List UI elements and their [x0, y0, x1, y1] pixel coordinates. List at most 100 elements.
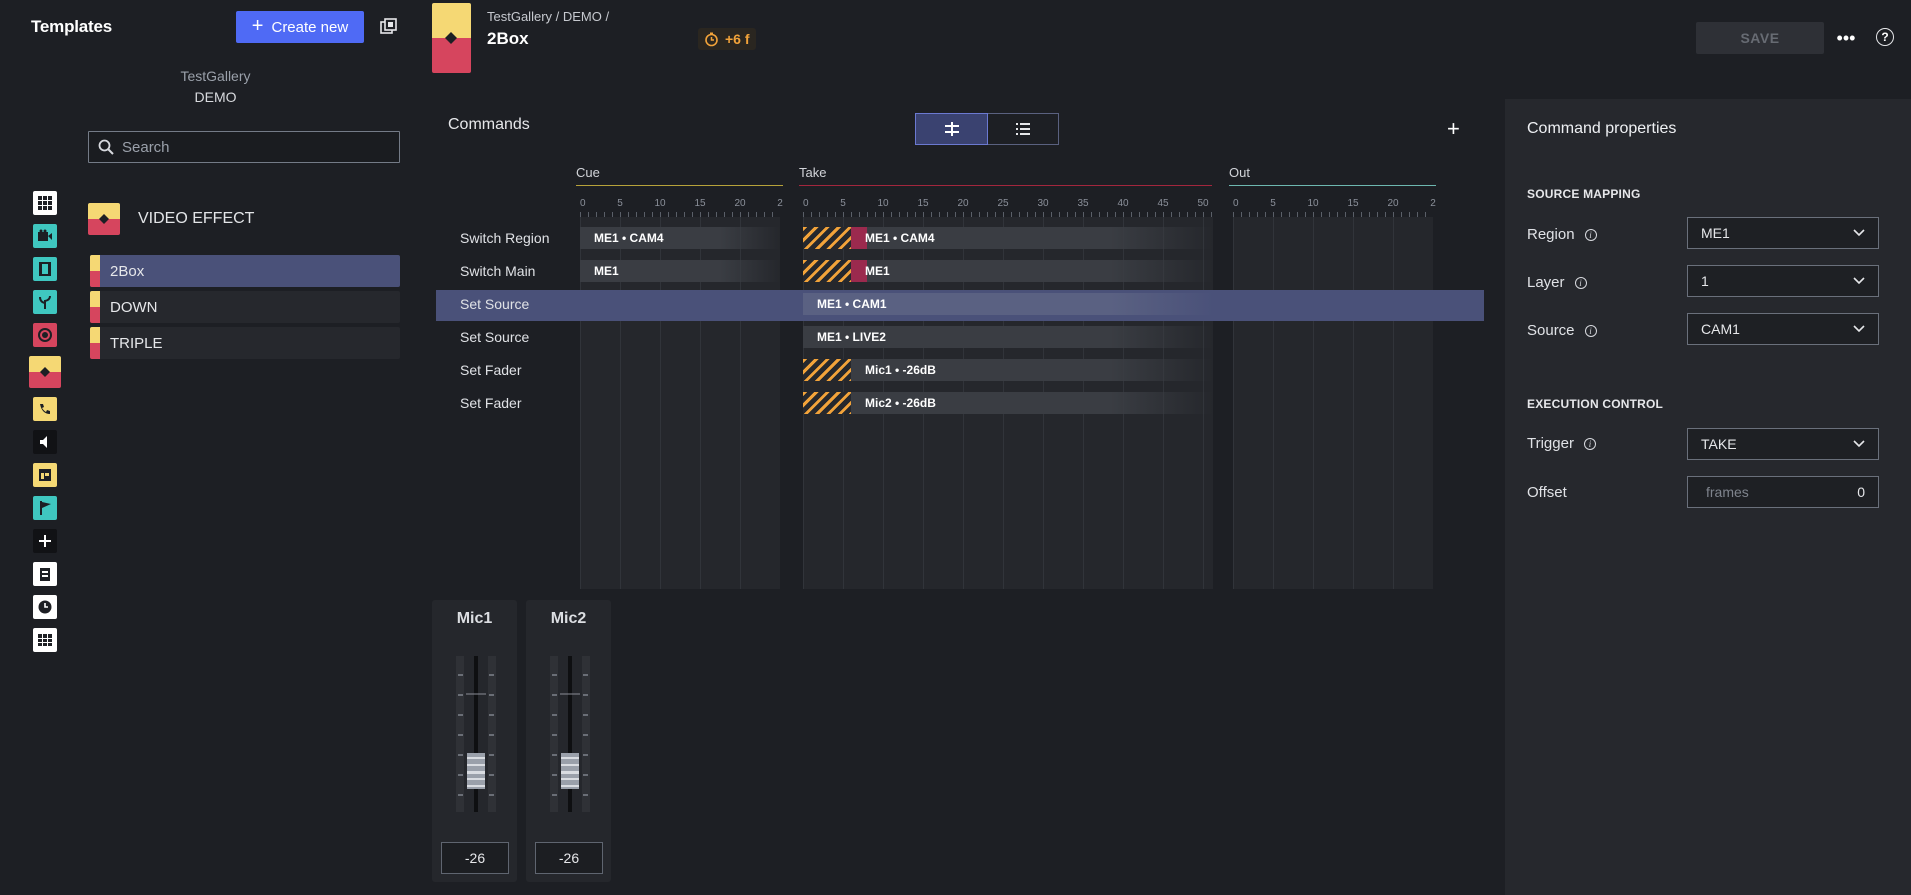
take-command-bar[interactable]: ME1 — [803, 260, 1213, 282]
table-icon[interactable] — [33, 628, 57, 652]
take-command-bar[interactable]: Mic2 • -26dB — [803, 392, 1213, 414]
ruler-tick-label: 30 — [1037, 198, 1049, 209]
template-item-2box[interactable]: 2Box — [90, 255, 400, 287]
frame-offset-badge[interactable]: +6 f — [698, 28, 756, 50]
plant-icon[interactable] — [33, 290, 57, 314]
ruler-tick-label: 0 — [580, 198, 586, 209]
source-label: Source i — [1527, 322, 1597, 339]
take-command-bar-selected[interactable]: ME1 • CAM1 — [803, 293, 1213, 315]
save-button[interactable]: SAVE — [1696, 22, 1824, 54]
command-bar-label: ME1 — [865, 264, 890, 278]
command-label[interactable]: Switch Region — [460, 230, 550, 246]
take-command-bar[interactable]: Mic1 • -26dB — [803, 359, 1213, 381]
out-divider — [1229, 185, 1436, 186]
more-options-icon[interactable]: ••• — [1836, 28, 1856, 48]
chevron-down-icon — [1853, 229, 1865, 237]
layer-label-text: Layer — [1527, 274, 1565, 291]
command-label[interactable]: Set Source — [460, 296, 529, 312]
popout-icon[interactable] — [380, 18, 397, 35]
region-select[interactable]: ME1 — [1687, 217, 1879, 249]
chevron-down-icon — [1853, 440, 1865, 448]
command-label[interactable]: Set Fader — [460, 395, 521, 411]
ruler-tick-label: 5 — [617, 198, 623, 209]
clock-icon[interactable] — [33, 595, 57, 619]
info-icon[interactable]: i — [1584, 228, 1597, 241]
trigger-label-text: Trigger — [1527, 435, 1574, 452]
cue-command-bar[interactable]: ME1 • CAM4 — [580, 227, 780, 249]
region-value: ME1 — [1701, 225, 1730, 241]
take-command-bar[interactable]: ME1 • LIVE2 — [803, 326, 1213, 348]
speaker-icon[interactable] — [33, 430, 57, 454]
command-bar-label: ME1 — [594, 264, 619, 278]
ruler-tick-label: 20 — [734, 198, 746, 209]
take-section-label: Take — [799, 165, 827, 180]
channel-value-field[interactable]: -26 — [535, 842, 603, 874]
film-icon[interactable] — [33, 257, 57, 281]
category-rail — [29, 191, 63, 661]
add-command-button[interactable]: + — [1447, 116, 1460, 142]
breadcrumb[interactable]: TestGallery / DEMO / — [487, 9, 609, 24]
camera-icon[interactable] — [33, 224, 57, 248]
ruler-tick-label: 15 — [1347, 198, 1359, 209]
category-swatch — [88, 203, 120, 235]
source-label-text: Source — [1527, 322, 1575, 339]
source-value: CAM1 — [1701, 321, 1740, 337]
ruler-tick-label: 0 — [803, 198, 809, 209]
help-icon[interactable]: ? — [1876, 28, 1894, 46]
plus-icon[interactable] — [33, 529, 57, 553]
trigger-select[interactable]: TAKE — [1687, 428, 1879, 460]
template-item-down[interactable]: DOWN — [90, 291, 400, 323]
take-divider — [799, 185, 1212, 186]
ruler-tick-label: 10 — [654, 198, 666, 209]
command-bar-label: ME1 • CAM4 — [594, 231, 664, 245]
ruler-tick-label: 35 — [1077, 198, 1089, 209]
offset-frames-input[interactable]: frames 0 — [1687, 476, 1879, 508]
search-box[interactable] — [88, 131, 400, 163]
channel-value-field[interactable]: -26 — [441, 842, 509, 874]
timeline-view-button[interactable] — [915, 113, 988, 145]
list-icon — [1015, 123, 1030, 135]
offset-label: Offset — [1527, 484, 1567, 501]
info-icon[interactable]: i — [1584, 324, 1597, 337]
fader-slider[interactable] — [548, 654, 592, 814]
grid-icon[interactable] — [33, 191, 57, 215]
search-input[interactable] — [122, 138, 392, 156]
command-bar-label: Mic1 • -26dB — [865, 363, 936, 377]
info-icon[interactable]: i — [1583, 437, 1596, 450]
create-new-button[interactable]: + Create new — [236, 11, 364, 43]
region-label-text: Region — [1527, 226, 1575, 243]
layer-select[interactable]: 1 — [1687, 265, 1879, 297]
fader-slider[interactable] — [454, 654, 498, 814]
video-effect-icon[interactable] — [29, 356, 61, 388]
command-label[interactable]: Set Fader — [460, 362, 521, 378]
source-mapping-heading: SOURCE MAPPING — [1527, 187, 1641, 201]
command-label[interactable]: Switch Main — [460, 263, 535, 279]
info-icon[interactable]: i — [1574, 276, 1587, 289]
take-command-bar[interactable]: ME1 • CAM4 — [803, 227, 1213, 249]
frame-offset-value: +6 f — [725, 31, 750, 47]
chevron-down-icon — [1853, 325, 1865, 333]
trigger-label: Trigger i — [1527, 435, 1596, 452]
layout-icon[interactable] — [33, 463, 57, 487]
out-track[interactable] — [1233, 217, 1433, 589]
offset-placeholder: frames — [1706, 484, 1749, 500]
ruler-tick-label: 15 — [917, 198, 929, 209]
source-select[interactable]: CAM1 — [1687, 313, 1879, 345]
phone-icon[interactable] — [33, 397, 57, 421]
search-icon — [98, 139, 114, 155]
command-label[interactable]: Set Source — [460, 329, 529, 345]
mixer-channel-mic1: Mic1 -26 — [432, 600, 517, 882]
clipboard-icon[interactable] — [33, 562, 57, 586]
template-thumbnail — [432, 3, 471, 73]
ruler-tick-label: 5 — [1270, 198, 1276, 209]
layer-value: 1 — [1701, 273, 1709, 289]
trigger-value: TAKE — [1701, 436, 1737, 452]
offset-value: 0 — [1857, 484, 1865, 500]
ruler-tick-label: 5 — [840, 198, 846, 209]
cue-divider — [576, 185, 783, 186]
flag-icon[interactable] — [33, 496, 57, 520]
template-item-triple[interactable]: TRIPLE — [90, 327, 400, 359]
cue-command-bar[interactable]: ME1 — [580, 260, 780, 282]
record-icon[interactable] — [33, 323, 57, 347]
list-view-button[interactable] — [987, 114, 1058, 144]
